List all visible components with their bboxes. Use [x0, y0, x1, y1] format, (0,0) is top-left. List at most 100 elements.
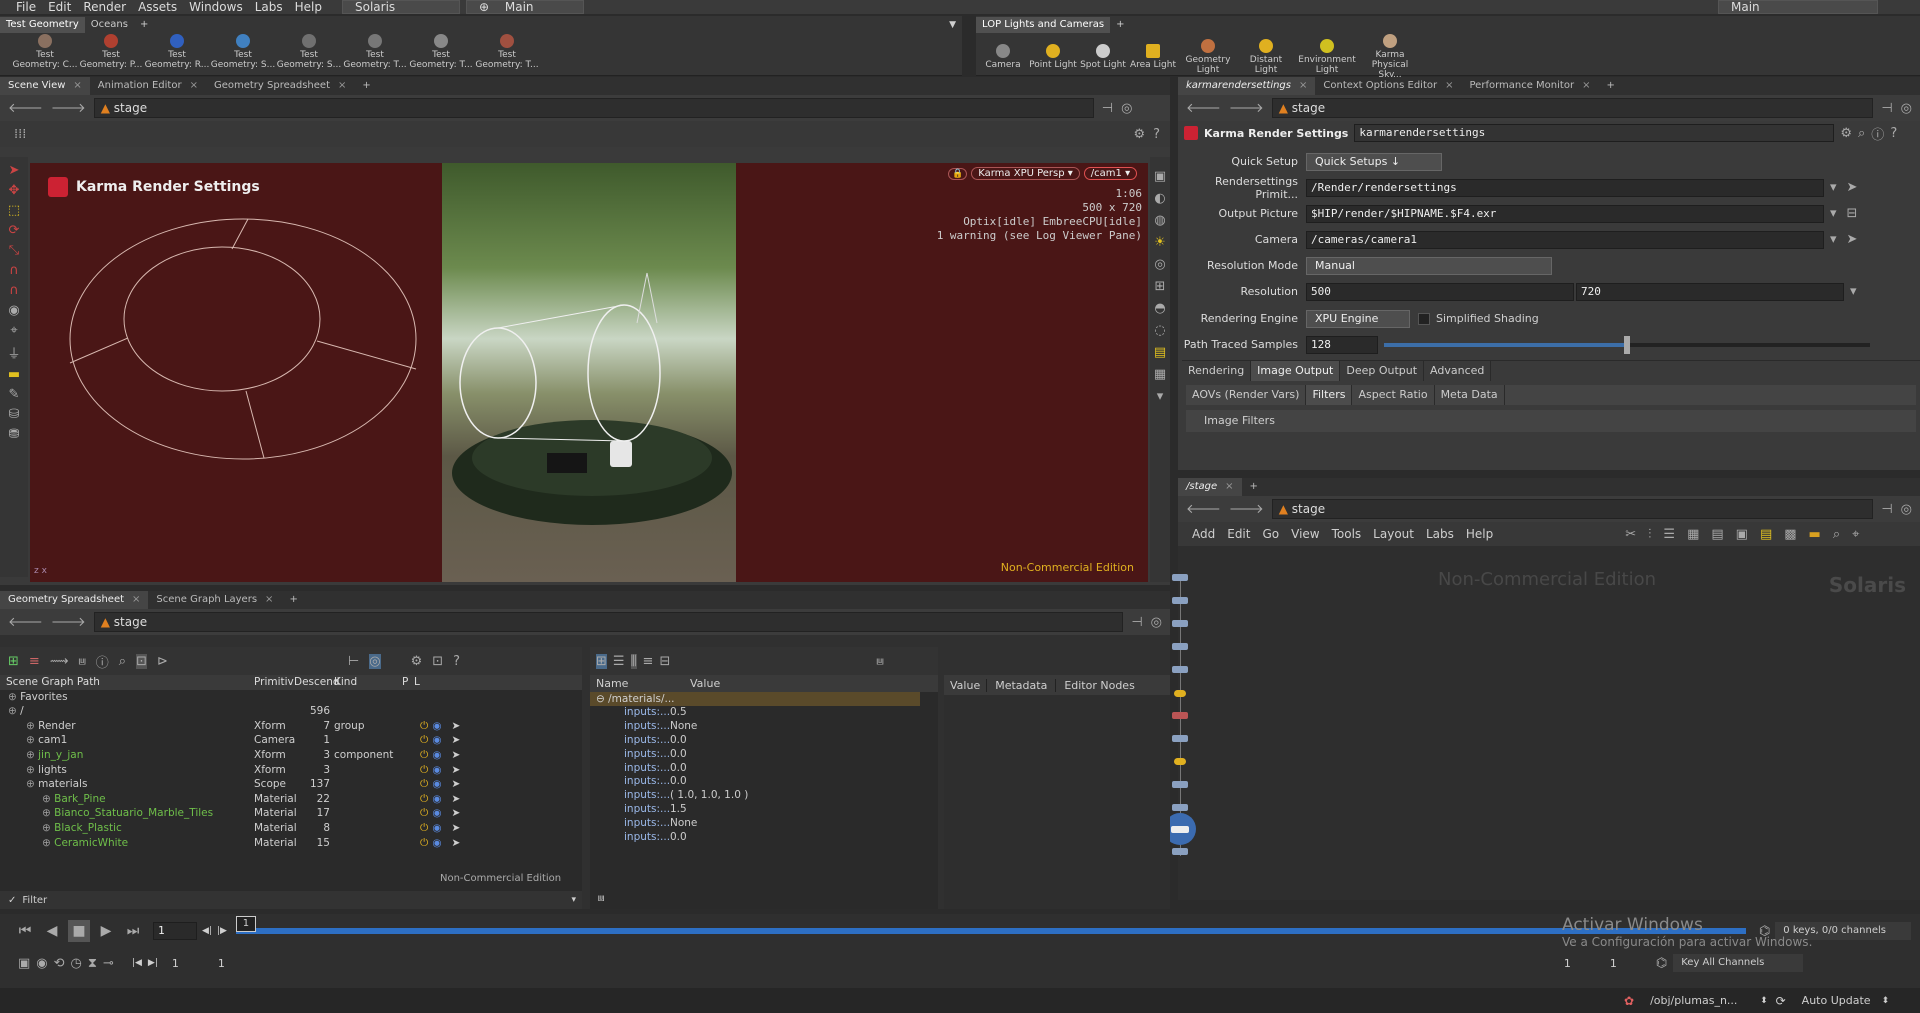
menu-assets[interactable]: Assets: [132, 0, 183, 14]
network-menu-add[interactable]: Add: [1192, 527, 1215, 541]
expand-icon[interactable]: ⊕: [26, 764, 38, 776]
headlight-icon[interactable]: ◎: [1154, 257, 1165, 272]
shelf-tool[interactable]: Test Geometry: R...: [144, 34, 210, 70]
step-forward-icon[interactable]: |▶: [217, 926, 227, 936]
header-path[interactable]: Scene Graph Path: [0, 675, 254, 690]
slider-icon[interactable]: ⊸: [103, 956, 114, 971]
close-icon[interactable]: ×: [1299, 77, 1307, 95]
add-tab-icon[interactable]: +: [281, 591, 305, 609]
network-path-field[interactable]: ▲ stage: [1271, 499, 1874, 519]
range-end-field-2[interactable]: 1: [1610, 957, 1650, 970]
property-filter-icon[interactable]: ⩏: [598, 891, 604, 905]
karma-sky-tool[interactable]: Karma Physical Sky...: [1360, 34, 1420, 80]
visibility-icon[interactable]: ◉: [432, 733, 441, 748]
link-icon[interactable]: ◎: [1901, 101, 1912, 116]
timeline-marker[interactable]: 1: [235, 916, 256, 932]
network-node[interactable]: [1174, 690, 1186, 697]
add-tab-icon[interactable]: +: [354, 77, 378, 95]
light-bulb-icon[interactable]: ⏻: [420, 836, 428, 851]
network-canvas[interactable]: Non-Commercial Edition Solaris: [1178, 563, 1920, 900]
table-icon[interactable]: ▤: [1711, 527, 1723, 542]
scenegraph-path-field[interactable]: ▲ stage: [93, 612, 1124, 632]
back-icon[interactable]: 🡐: [8, 614, 43, 630]
select-icon[interactable]: ➤: [9, 163, 20, 178]
snap-icon[interactable]: ⊞: [1155, 279, 1166, 294]
back-icon[interactable]: 🡐: [1186, 100, 1221, 116]
network-node[interactable]: [1172, 781, 1188, 788]
object-path[interactable]: /obj/plumas_n...: [1650, 994, 1760, 1007]
tab-metadata[interactable]: Metadata: [987, 678, 1057, 692]
distant-light-tool[interactable]: Distant Light: [1238, 39, 1294, 75]
range-end[interactable]: 1: [218, 957, 258, 970]
network-node[interactable]: [1172, 643, 1188, 650]
close-icon[interactable]: ×: [338, 77, 346, 95]
range-end-field[interactable]: 1: [1564, 957, 1604, 970]
tab-image-output[interactable]: Image Output: [1251, 361, 1341, 381]
scale-icon[interactable]: ⤡: [9, 243, 19, 258]
network-menu-go[interactable]: Go: [1262, 527, 1279, 541]
more-icon[interactable]: ▾: [1157, 389, 1164, 404]
light-bulb-icon[interactable]: ⏻: [420, 748, 428, 763]
shelf-tool[interactable]: Test Geometry: T...: [474, 34, 540, 70]
collapse-icon[interactable]: ≡: [29, 654, 40, 669]
tree-mode-icon[interactable]: ⊞: [8, 654, 19, 669]
network-node[interactable]: [1172, 574, 1188, 581]
dropdown-icon[interactable]: ▾: [1830, 180, 1837, 195]
shelf-tab-oceans[interactable]: Oceans: [85, 17, 134, 33]
network-node[interactable]: [1172, 666, 1188, 673]
tab-scene-graph-layers[interactable]: Scene Graph Layers ×: [148, 591, 281, 609]
tab-advanced[interactable]: Advanced: [1424, 361, 1492, 381]
help-icon[interactable]: ?: [453, 654, 460, 669]
menu-help[interactable]: Help: [289, 0, 328, 14]
play-reverse-icon[interactable]: ◀: [41, 920, 63, 942]
samples-field[interactable]: 128: [1306, 335, 1378, 354]
light-bulb-icon[interactable]: ⏻: [420, 821, 428, 836]
gear-icon[interactable]: ⚙: [1133, 127, 1145, 142]
table-row[interactable]: ⊕ materials Scope 137 ⏻ ◉ ➤: [0, 777, 582, 792]
tab-stage[interactable]: /stage ×: [1178, 478, 1242, 496]
network-menu-tools[interactable]: Tools: [1332, 527, 1362, 541]
table-row[interactable]: ⊕ lights Xform 3 ⏻ ◉ ➤: [0, 763, 582, 778]
skip-start-icon[interactable]: ⏮: [14, 920, 36, 942]
back-icon[interactable]: 🡐: [8, 100, 43, 116]
lighting-icon[interactable]: ◍: [1154, 213, 1165, 228]
realtime-icon[interactable]: ▣: [18, 956, 30, 971]
search-icon[interactable]: ⌕: [1833, 527, 1840, 542]
rows-icon[interactable]: ≡: [643, 654, 654, 669]
brush-icon[interactable]: ✎: [9, 387, 20, 402]
network-node[interactable]: [1172, 804, 1188, 811]
visibility-icon[interactable]: ◉: [432, 806, 441, 821]
image-icon[interactable]: ▣: [1736, 527, 1748, 542]
area-light-tool[interactable]: Area Light: [1128, 44, 1178, 70]
columns-icon[interactable]: ⫼: [630, 653, 637, 669]
transform-icon[interactable]: ⬚: [8, 203, 20, 218]
view-icon[interactable]: ◉: [8, 303, 19, 318]
expand-icon[interactable]: ⊕: [8, 705, 20, 717]
back-icon[interactable]: 🡐: [1186, 501, 1221, 517]
resolution-y-field[interactable]: 720: [1576, 282, 1844, 301]
header-layer[interactable]: L: [414, 675, 426, 690]
dropdown-icon[interactable]: ▾: [1850, 284, 1857, 299]
shelf-tool[interactable]: Test Geometry: C...: [12, 34, 78, 70]
visibility-icon[interactable]: ◉: [432, 763, 441, 778]
light-bulb-icon[interactable]: ⏻: [420, 806, 428, 821]
samples-slider-handle[interactable]: [1624, 335, 1630, 354]
viewport-canvas[interactable]: Karma Render Settings 🔒 Karma XPU Persp …: [30, 163, 1148, 582]
network-node[interactable]: [1172, 848, 1188, 855]
handle-icon[interactable]: ∩: [9, 283, 19, 298]
hierarchy-icon[interactable]: ⊢: [348, 654, 359, 669]
tab-context-options[interactable]: Context Options Editor ×: [1315, 77, 1461, 95]
property-row[interactable]: inputs:...( 1.0, 1.0, 1.0 ): [590, 789, 938, 803]
header-kind[interactable]: Kind: [334, 675, 402, 690]
samples-slider[interactable]: [1384, 335, 1870, 354]
key-icon[interactable]: ⌬: [1656, 956, 1667, 971]
property-row[interactable]: inputs:... None: [590, 817, 938, 831]
chevron-down-icon[interactable]: ▾: [571, 895, 576, 905]
tab-rendering[interactable]: Rendering: [1182, 361, 1252, 381]
table-row[interactable]: ⊕ / 596: [0, 704, 582, 719]
close-icon[interactable]: ×: [1582, 77, 1590, 95]
link-icon[interactable]: ◎: [1901, 502, 1912, 517]
property-row[interactable]: inputs:... 0.5: [590, 706, 938, 720]
camera-icon[interactable]: ⊡: [432, 654, 443, 669]
render-region-icon[interactable]: ⛃: [9, 427, 20, 442]
